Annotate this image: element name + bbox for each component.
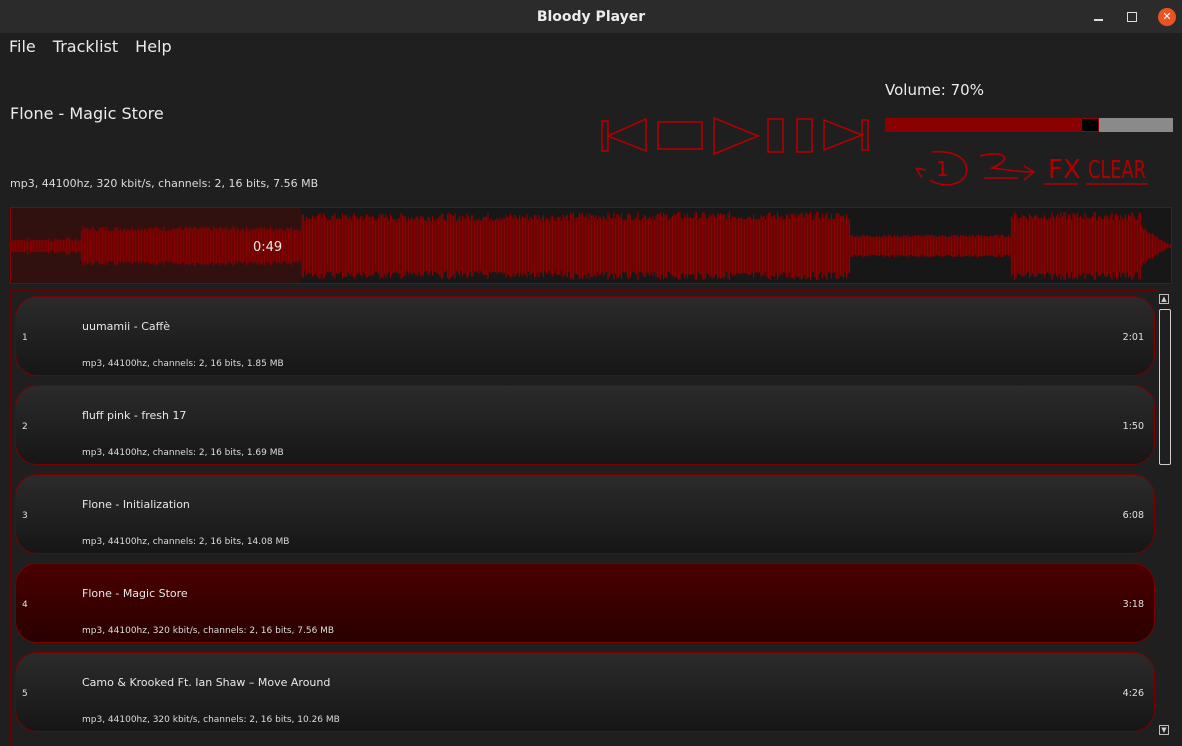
close-button[interactable]: ✕ <box>1152 0 1182 33</box>
svg-text:1: 1 <box>936 157 949 181</box>
track-duration: 4:26 <box>1122 688 1144 699</box>
track-info: mp3, 44100hz, 320 kbit/s, channels: 2, 1… <box>82 715 340 725</box>
now-playing-title: Flone - Magic Store <box>10 104 164 123</box>
track-row[interactable]: 4 Flone - Magic Store mp3, 44100hz, 320 kb… <box>15 563 1155 643</box>
next-icon[interactable] <box>823 118 869 152</box>
track-name: fluff pink - fresh 17 <box>82 409 187 422</box>
track-number: 3 <box>22 511 28 521</box>
volume-slider[interactable] <box>885 118 1173 132</box>
minimize-button[interactable] <box>1083 0 1113 33</box>
window-title: Bloody Player <box>536 8 646 25</box>
track-duration: 3:18 <box>1122 599 1144 610</box>
waveform-seekbar[interactable]: 0:49 <box>10 207 1172 284</box>
track-list-scrollbar[interactable]: ▲ ▼ <box>1158 294 1172 737</box>
track-info: mp3, 44100hz, channels: 2, 16 bits, 1.69… <box>82 448 284 458</box>
track-info: mp3, 44100hz, 320 kbit/s, channels: 2, 1… <box>82 626 335 636</box>
scroll-down-icon[interactable]: ▼ <box>1159 725 1169 735</box>
fx-button[interactable]: FX <box>1044 155 1081 185</box>
menu-bar: File Tracklist Help <box>0 36 180 60</box>
track-row[interactable]: 3 Flone - Initialization mp3, 44100hz, cha… <box>15 474 1155 554</box>
volume-handle[interactable] <box>1081 118 1099 132</box>
track-row[interactable]: 5 Camo & Krooked Ft. Ian Shaw – Move Arou… <box>15 652 1155 732</box>
track-number: 4 <box>22 600 28 610</box>
minimize-icon <box>1093 18 1103 21</box>
track-info: mp3, 44100hz, channels: 2, 16 bits, 14.0… <box>82 537 290 547</box>
track-info: mp3, 44100hz, channels: 2, 16 bits, 1.85… <box>82 359 284 369</box>
shuffle-icon[interactable] <box>979 153 1036 181</box>
transport-controls <box>601 116 869 156</box>
track-name: Camo & Krooked Ft. Ian Shaw – Move Aroun… <box>82 676 331 689</box>
track-row[interactable]: 2 fluff pink - fresh 17 mp3, 44100hz, chan… <box>15 385 1155 465</box>
now-playing-info: mp3, 44100hz, 320 kbit/s, channels: 2, 1… <box>10 177 319 190</box>
stop-icon[interactable] <box>657 121 703 150</box>
waveform-position-label: 0:49 <box>253 240 283 255</box>
play-icon[interactable] <box>713 116 761 156</box>
clear-label[interactable]: CLEAR <box>1088 155 1146 184</box>
maximize-button[interactable] <box>1117 0 1147 33</box>
track-number: 2 <box>22 422 28 432</box>
track-name: uumamii - Caffè <box>82 320 170 333</box>
track-number: 1 <box>22 333 28 343</box>
pause-icon[interactable] <box>767 118 813 153</box>
repeat-one-icon[interactable]: 1 <box>915 150 968 186</box>
track-name: Flone - Initialization <box>82 498 190 511</box>
scroll-thumb[interactable] <box>1159 309 1171 465</box>
track-row[interactable]: 1 uumamii - Caffè mp3, 44100hz, channels: … <box>15 296 1155 376</box>
track-duration: 2:01 <box>1122 332 1144 343</box>
volume-fill <box>885 118 1081 132</box>
fx-label[interactable]: FX <box>1048 155 1081 185</box>
clear-button[interactable]: CLEAR <box>1086 155 1148 185</box>
track-duration: 1:50 <box>1122 421 1144 432</box>
playlist-tools: 1 FX CLEAR <box>915 150 1148 186</box>
volume-label: Volume: 70% <box>885 81 984 99</box>
previous-icon[interactable] <box>601 117 647 153</box>
maximize-icon <box>1127 11 1137 22</box>
menu-help[interactable]: Help <box>126 36 179 60</box>
track-name: Flone - Magic Store <box>82 587 188 600</box>
title-bar: Bloody Player ✕ <box>0 0 1182 33</box>
track-number: 5 <box>22 689 28 699</box>
menu-file[interactable]: File <box>0 36 44 60</box>
track-list: 1 uumamii - Caffè mp3, 44100hz, channels: … <box>10 290 1158 746</box>
scroll-up-icon[interactable]: ▲ <box>1159 294 1169 304</box>
close-icon: ✕ <box>1158 7 1176 26</box>
track-duration: 6:08 <box>1122 510 1144 521</box>
menu-tracklist[interactable]: Tracklist <box>44 36 126 60</box>
